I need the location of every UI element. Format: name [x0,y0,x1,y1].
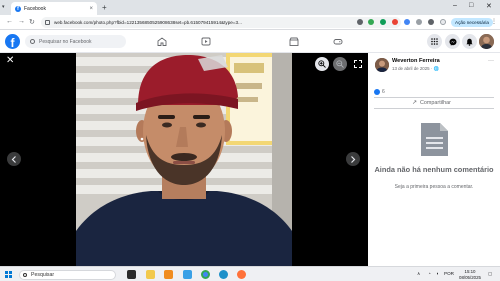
minimize-button[interactable]: – [453,2,457,9]
browser-tab-facebook[interactable]: f Facebook × [11,2,97,15]
notifications-icon[interactable]: ▢ [488,271,492,277]
reload-icon[interactable]: ↻ [29,18,35,26]
site-info-icon[interactable] [45,20,50,25]
divider [374,97,494,98]
zoom-out-icon[interactable] [333,57,347,71]
chrome-icon[interactable] [201,270,210,279]
photo-viewer: ✕ [0,53,368,266]
browser-toolbar: ← → ↻ web.facebook.com/photo.php?fbid=12… [0,15,500,30]
back-icon[interactable]: ← [6,18,13,25]
menu-grid-icon[interactable] [427,34,442,49]
divider [374,108,494,109]
facebook-search-input[interactable]: Pesquisar no Facebook [25,35,126,48]
windows-start-icon[interactable] [5,271,12,278]
tab-close-icon[interactable]: × [89,6,93,12]
share-label: Compartilhar [420,99,451,106]
close-viewer-icon[interactable]: ✕ [6,56,14,66]
app-blue-icon[interactable] [183,270,192,279]
reaction-count[interactable]: 6 [382,89,385,95]
no-comments-document-icon [421,123,448,156]
edge-icon[interactable] [219,270,228,279]
action-required-button[interactable]: Ação necessária [451,18,493,27]
search-placeholder: Pesquisar no Facebook [39,38,92,45]
fullscreen-icon[interactable] [351,57,365,71]
firefox-icon[interactable] [237,270,246,279]
browser-tab-strip: ▾ f Facebook × + – □ ✕ [0,0,500,15]
post-options-icon[interactable]: ··· [488,58,494,64]
network-icon[interactable]: ◔ [428,271,431,276]
no-comments-subtitle: Seja a primeira pessoa a comentar. [394,184,474,190]
taskbar-search-input[interactable]: Pesquisar [19,270,116,280]
previous-photo-button[interactable] [7,152,21,166]
vlc-icon[interactable] [164,270,173,279]
extension-red-icon[interactable] [392,19,398,25]
volume-icon[interactable]: ◖ [436,271,439,276]
post-photo [76,53,292,266]
extension-blue-icon[interactable] [404,19,410,25]
taskbar-search-placeholder: Pesquisar [31,272,55,278]
search-icon [30,39,35,44]
post-details-panel: Weverton Ferreira 13 de abril de 2025 · … [368,53,500,266]
forward-icon[interactable]: → [18,18,25,25]
share-button[interactable]: ↗ Compartilhar [412,99,451,107]
author-name[interactable]: Weverton Ferreira [392,58,440,64]
search-icon [23,273,27,277]
extensions-puzzle-icon[interactable] [416,19,422,25]
profile-icon[interactable] [440,19,446,25]
maximize-button[interactable]: □ [469,2,473,9]
zoom-in-icon[interactable] [315,57,329,71]
extension-x-icon[interactable] [380,19,386,25]
system-clock[interactable]: 15:10 08/05/2025 [457,269,483,280]
clock-date: 08/05/2025 [459,274,481,280]
tray-chevron-icon[interactable]: ∧ [417,271,420,277]
file-explorer-icon[interactable] [146,270,155,279]
video-icon[interactable] [201,37,211,46]
task-view-icon[interactable] [127,270,136,279]
windows-taskbar: Pesquisar ∧ ◔ ◖ POR 15:10 08/05/2025 ▢ [0,266,500,281]
no-comments-title: Ainda não há nenhum comentário [374,165,494,174]
bell-icon[interactable] [462,34,477,49]
post-date[interactable]: 13 de abril de 2025 · 🌐 [392,66,439,72]
url-text[interactable]: web.facebook.com/photo.php?fbid=12213568… [54,20,392,25]
address-bar[interactable]: web.facebook.com/photo.php?fbid=12213568… [41,17,401,28]
facebook-favicon-icon: f [15,5,21,12]
browser-menu-icon[interactable]: ⋮ [491,18,497,25]
downloads-icon[interactable] [428,19,434,25]
facebook-header: f Pesquisar no Facebook [0,30,500,53]
extension-icon[interactable] [357,19,363,25]
new-tab-button[interactable]: + [102,3,107,13]
close-window-button[interactable]: ✕ [486,2,492,10]
author-avatar[interactable] [375,58,389,72]
home-icon[interactable] [157,37,167,46]
tab-title: Facebook [24,5,46,12]
gaming-icon[interactable] [333,37,343,46]
extension-green-icon[interactable] [368,19,374,25]
account-avatar[interactable] [479,34,494,49]
tab-search-icon[interactable]: ▾ [2,4,5,10]
facebook-logo[interactable]: f [5,34,20,49]
marketplace-icon[interactable] [289,37,299,46]
next-photo-button[interactable] [346,152,360,166]
messenger-icon[interactable] [445,34,460,49]
like-reaction-icon[interactable] [374,89,380,95]
language-indicator[interactable]: POR [444,271,454,276]
share-icon: ↗ [412,100,418,106]
